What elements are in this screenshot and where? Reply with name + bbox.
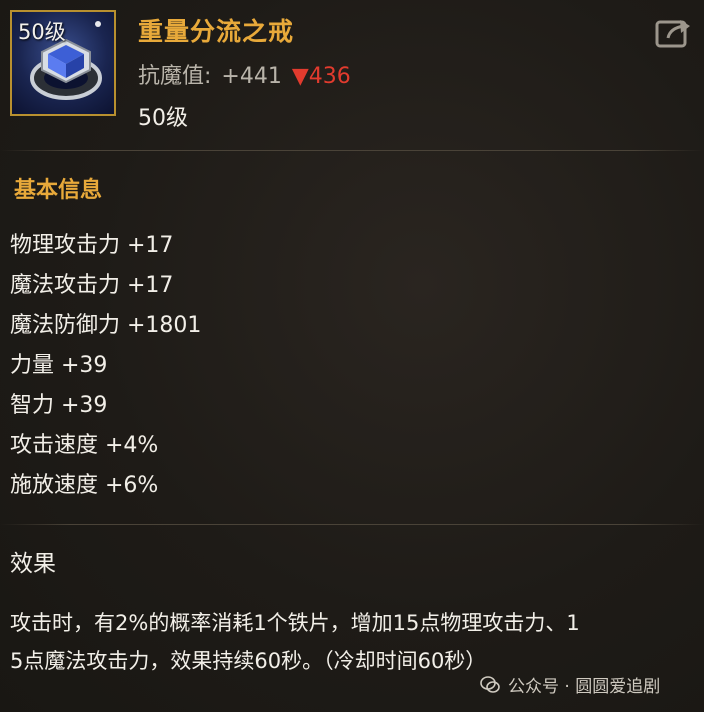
item-tooltip-panel: 50级 重量分流之戒 抗魔值: +441 ▼436 50级 基本信息 物理攻击力 +… [0, 0, 704, 712]
basic-info-title: 基本信息 [14, 178, 103, 203]
watermark-text: 公众号 · 圆圆爱追剧 [508, 677, 661, 697]
item-icon-frame[interactable]: 50级 [10, 10, 116, 116]
header-divider [0, 150, 704, 151]
attribute-magic-attack: 魔法攻击力 +17 [10, 273, 174, 298]
share-icon[interactable] [654, 14, 694, 50]
wechat-icon [480, 675, 500, 693]
item-header: 50级 重量分流之戒 抗魔值: +441 ▼436 50级 [0, 0, 704, 150]
attribute-magic-defense: 魔法防御力 +1801 [10, 313, 202, 338]
effect-description: 攻击时，有2%的概率消耗1个铁片，增加15点物理攻击力、1 5点魔法攻击力，效果… [10, 604, 690, 680]
attribute-intelligence: 智力 +39 [10, 393, 108, 418]
attribute-physical-attack: 物理攻击力 +17 [10, 233, 174, 258]
stat-value: +441 [221, 64, 282, 89]
resistance-stat: 抗魔值: +441 ▼436 [138, 58, 351, 90]
item-level: 50级 [138, 106, 188, 131]
item-name: 重量分流之戒 [138, 17, 295, 46]
effect-divider [0, 524, 704, 525]
down-arrow-icon: ▼ [291, 64, 309, 89]
watermark: 公众号 · 圆圆爱追剧 [480, 672, 660, 697]
level-badge: 50级 [18, 20, 66, 44]
attribute-strength: 力量 +39 [10, 353, 108, 378]
attribute-cast-speed: 施放速度 +6% [10, 473, 159, 498]
attribute-list: 物理攻击力 +17 魔法攻击力 +17 魔法防御力 +1801 力量 +39 智… [10, 230, 201, 510]
effect-title: 效果 [10, 551, 56, 577]
stat-label: 抗魔值: [138, 64, 212, 89]
stat-decrease: ▼436 [292, 64, 351, 89]
attribute-attack-speed: 攻击速度 +4% [10, 433, 159, 458]
effect-line-1: 攻击时，有2%的概率消耗1个铁片，增加15点物理攻击力、1 [10, 611, 580, 635]
stat-decrease-value: 436 [308, 64, 351, 89]
